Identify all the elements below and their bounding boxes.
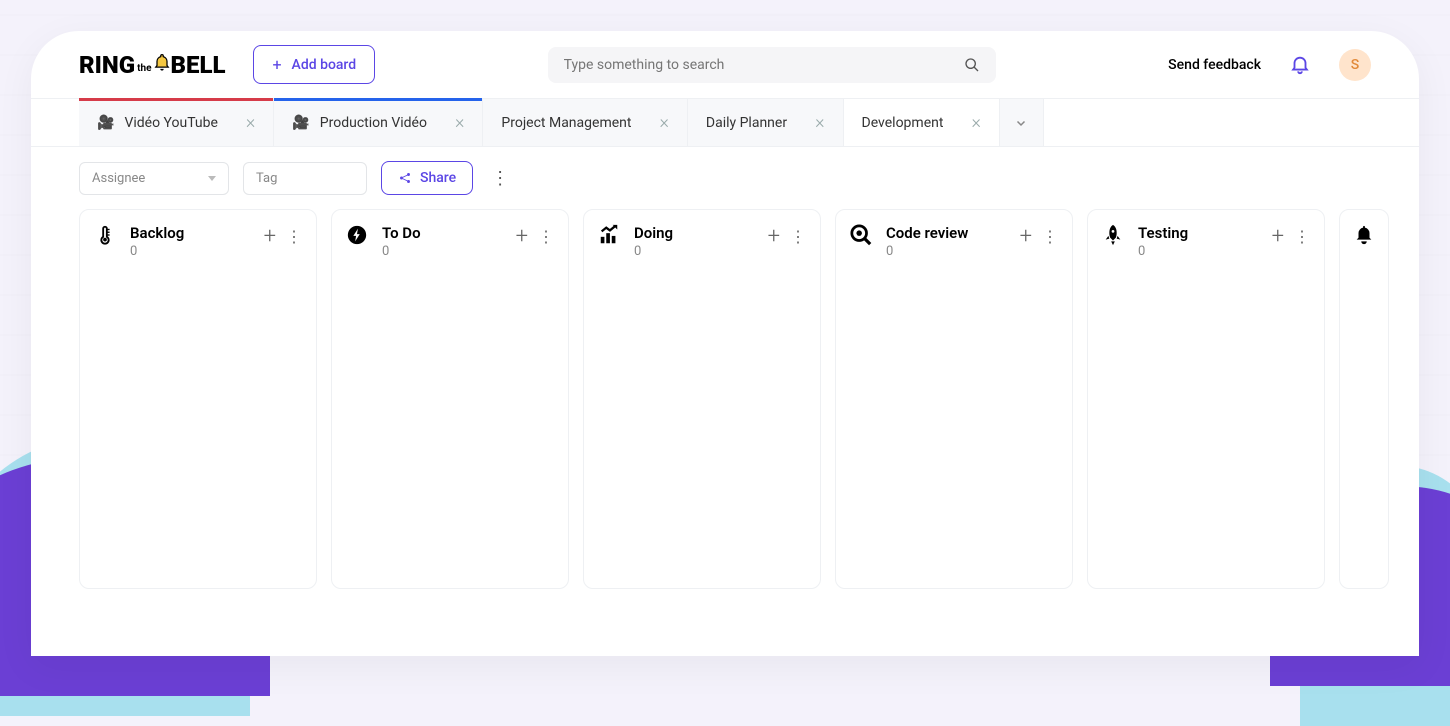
add-card-button[interactable]: + bbox=[1020, 224, 1032, 249]
column-menu-button[interactable]: ⋮ bbox=[286, 227, 302, 246]
rocket-icon bbox=[1102, 224, 1124, 246]
plus-icon: + bbox=[272, 55, 281, 74]
column-count: 0 bbox=[886, 244, 1006, 259]
tab-daily-planner[interactable]: Daily Planner × bbox=[688, 99, 844, 146]
close-tab-icon[interactable]: × bbox=[659, 112, 668, 133]
logo-text-1: RING bbox=[79, 51, 135, 79]
user-avatar[interactable]: S bbox=[1339, 49, 1371, 81]
close-tab-icon[interactable]: × bbox=[971, 112, 980, 133]
bolt-circle-icon bbox=[346, 224, 368, 246]
tag-dropdown[interactable]: Tag bbox=[243, 162, 367, 195]
add-board-label: Add board bbox=[292, 57, 357, 73]
column-next bbox=[1339, 209, 1389, 589]
logo-text-2: BELL bbox=[171, 51, 226, 79]
notifications-icon[interactable] bbox=[1289, 54, 1311, 76]
share-button[interactable]: Share bbox=[381, 161, 473, 195]
add-card-button[interactable]: + bbox=[264, 224, 276, 249]
kanban-board: Backlog 0 + ⋮ To Do 0 bbox=[31, 209, 1419, 609]
column-menu-button[interactable]: ⋮ bbox=[538, 227, 554, 246]
chevron-down-icon bbox=[1015, 117, 1027, 129]
column-testing: Testing 0 + ⋮ bbox=[1087, 209, 1325, 589]
column-todo: To Do 0 + ⋮ bbox=[331, 209, 569, 589]
share-label: Share bbox=[420, 170, 456, 186]
tab-label: Project Management bbox=[501, 115, 631, 131]
column-count: 0 bbox=[130, 244, 250, 259]
header-bar: RING the BELL + Add board Send feedback bbox=[31, 31, 1419, 99]
column-code-review: Code review 0 + ⋮ bbox=[835, 209, 1073, 589]
tab-label: Vidéo YouTube bbox=[124, 115, 217, 131]
column-menu-button[interactable]: ⋮ bbox=[1042, 227, 1058, 246]
column-title: Backlog bbox=[130, 224, 250, 242]
toolbar: Assignee Tag Share ⋮ bbox=[31, 147, 1419, 209]
assignee-dropdown[interactable]: Assignee bbox=[79, 162, 229, 195]
app-window: RING the BELL + Add board Send feedback bbox=[31, 31, 1419, 656]
share-icon bbox=[398, 171, 412, 185]
column-title: To Do bbox=[382, 224, 502, 242]
column-title: Testing bbox=[1138, 224, 1258, 242]
tab-label: Production Vidéo bbox=[320, 115, 427, 131]
toolbar-more-button[interactable]: ⋮ bbox=[487, 164, 513, 193]
column-title: Doing bbox=[634, 224, 754, 242]
tab-label: Daily Planner bbox=[706, 115, 787, 131]
column-menu-button[interactable]: ⋮ bbox=[1294, 227, 1310, 246]
tab-production-video[interactable]: 🎥 Production Vidéo × bbox=[274, 99, 483, 146]
bell-solid-icon bbox=[1353, 224, 1375, 246]
tabs-row: 🎥 Vidéo YouTube × 🎥 Production Vidéo × P… bbox=[31, 99, 1419, 147]
tab-video-youtube[interactable]: 🎥 Vidéo YouTube × bbox=[79, 99, 274, 146]
add-board-button[interactable]: + Add board bbox=[253, 45, 375, 84]
close-tab-icon[interactable]: × bbox=[455, 112, 464, 133]
add-card-button[interactable]: + bbox=[768, 224, 780, 249]
search-box[interactable] bbox=[548, 47, 996, 83]
chart-up-icon bbox=[598, 224, 620, 246]
send-feedback-link[interactable]: Send feedback bbox=[1168, 57, 1261, 73]
camera-icon: 🎥 bbox=[97, 115, 114, 131]
search-input[interactable] bbox=[564, 57, 964, 73]
column-count: 0 bbox=[382, 244, 502, 259]
close-tab-icon[interactable]: × bbox=[246, 112, 255, 133]
add-card-button[interactable]: + bbox=[1272, 224, 1284, 249]
column-title: Code review bbox=[886, 224, 1006, 242]
tab-project-management[interactable]: Project Management × bbox=[483, 99, 688, 146]
bell-logo-icon bbox=[152, 53, 172, 73]
tab-label: Development bbox=[862, 115, 944, 131]
logo: RING the BELL bbox=[79, 51, 225, 79]
tabs-expand-button[interactable] bbox=[1000, 99, 1044, 146]
logo-text-the: the bbox=[137, 63, 151, 74]
add-card-button[interactable]: + bbox=[516, 224, 528, 249]
column-backlog: Backlog 0 + ⋮ bbox=[79, 209, 317, 589]
tag-label: Tag bbox=[256, 171, 277, 186]
column-menu-button[interactable]: ⋮ bbox=[790, 227, 806, 246]
search-icon bbox=[964, 57, 980, 73]
column-count: 0 bbox=[634, 244, 754, 259]
thermometer-icon bbox=[94, 224, 116, 246]
camera-icon: 🎥 bbox=[292, 115, 309, 131]
column-doing: Doing 0 + ⋮ bbox=[583, 209, 821, 589]
search-code-icon bbox=[850, 224, 872, 246]
assignee-label: Assignee bbox=[92, 171, 145, 186]
tab-development[interactable]: Development × bbox=[844, 99, 1000, 146]
column-count: 0 bbox=[1138, 244, 1258, 259]
close-tab-icon[interactable]: × bbox=[815, 112, 824, 133]
